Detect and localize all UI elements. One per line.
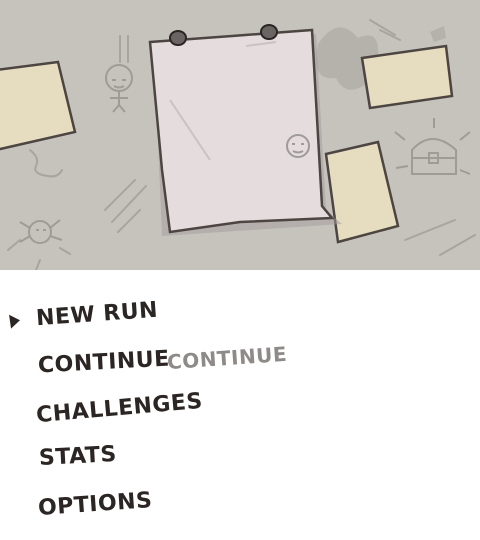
note-left [0, 60, 77, 151]
main-menu: NEW RUN CONTINUE CONTINUE CHALLENGES STA… [0, 270, 480, 540]
creature-doodle [19, 219, 63, 244]
menu-item-stats[interactable]: STATS [38, 442, 117, 471]
pin-left [169, 30, 187, 46]
chest-doodle [394, 118, 471, 175]
continue-preview-label: CONTINUE [166, 341, 288, 375]
pin-right [260, 24, 278, 40]
note-right-top [360, 44, 454, 110]
menu-item-new-run[interactable]: NEW RUN [35, 298, 159, 331]
menu-item-challenges[interactable]: CHALLENGES [35, 389, 204, 428]
triangle-pointer-icon [9, 313, 21, 329]
hanging-figure-doodle [105, 64, 133, 113]
scene-art [0, 19, 476, 270]
note-right-bottom [324, 140, 400, 244]
menu-item-continue[interactable]: CONTINUE [37, 347, 170, 379]
title-scene [0, 0, 480, 270]
menu-item-options[interactable]: OPTIONS [37, 488, 153, 521]
main-paper-sheet [148, 28, 342, 236]
